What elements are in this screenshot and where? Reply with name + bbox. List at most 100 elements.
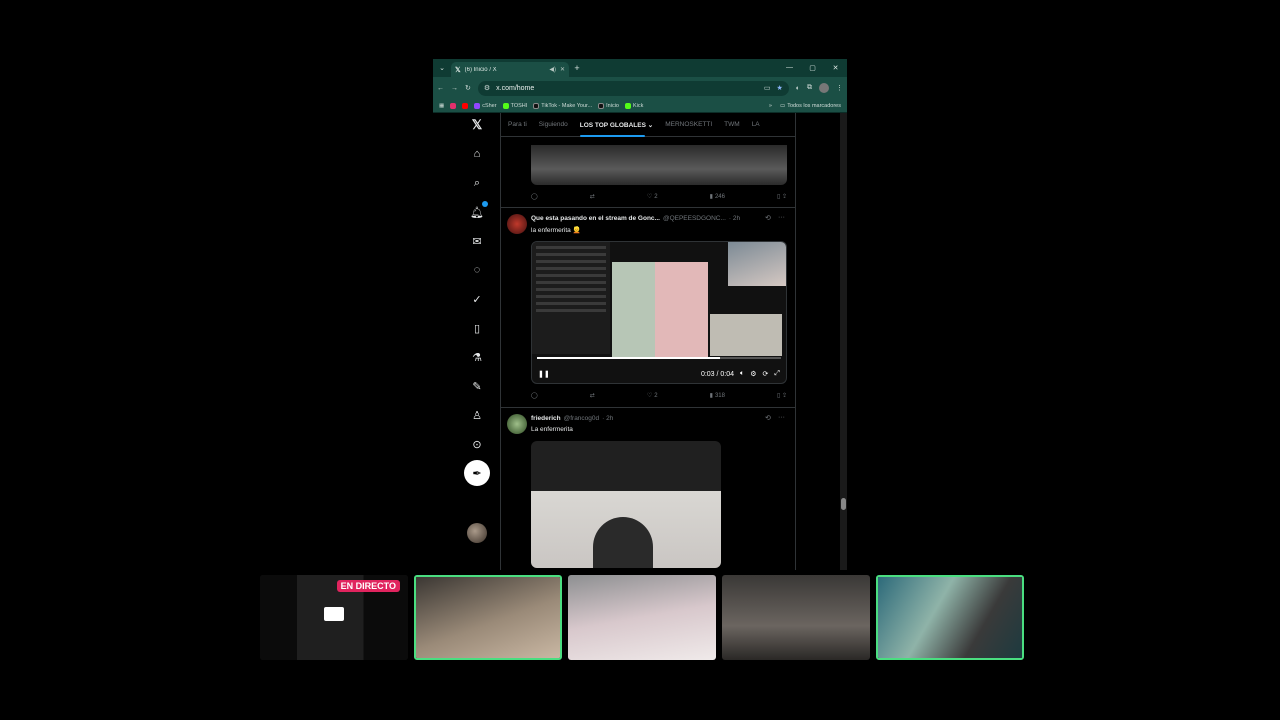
media-person xyxy=(593,517,653,568)
bookmark-share[interactable]: ▯ ⇪ xyxy=(777,392,787,399)
bookmark-share[interactable]: ▯ ⇪ xyxy=(777,193,787,200)
tab-para-ti[interactable]: Para ti xyxy=(508,121,527,128)
settings-icon[interactable]: ⚙ xyxy=(750,370,756,378)
cast-icon[interactable]: ▭ xyxy=(764,84,771,92)
menu-icon[interactable]: ⋮ xyxy=(836,84,843,92)
search-icon[interactable]: ⌕ xyxy=(469,175,485,191)
bookmark-tiktok[interactable]: TikTok - Make Your... xyxy=(533,102,592,109)
back-icon[interactable]: ← xyxy=(437,85,444,92)
previous-tweet-media[interactable] xyxy=(531,145,787,185)
star-icon[interactable]: ★ xyxy=(776,84,782,92)
grok-icon[interactable]: ◌ xyxy=(469,262,485,278)
pause-icon[interactable]: ❚❚ xyxy=(538,370,550,378)
views-count[interactable]: ▮ 246 xyxy=(709,193,725,201)
volume-icon[interactable]: 🔈︎ xyxy=(740,370,744,378)
retweet-icon[interactable]: ⇄ xyxy=(590,193,595,200)
tab-mernosketti[interactable]: MERNOSKETTI xyxy=(665,121,712,128)
x-logo-icon[interactable]: 𝕏 xyxy=(469,117,485,133)
reply-icon[interactable]: ◯ xyxy=(531,392,538,399)
cam-tile-2[interactable] xyxy=(568,575,716,660)
bookmark-csher[interactable]: cSher xyxy=(474,102,497,109)
page-scrollbar[interactable] xyxy=(840,113,847,570)
views-count[interactable]: ▮ 318 xyxy=(710,392,725,400)
bookmark-kick[interactable]: Kick xyxy=(625,102,643,109)
retweet-icon[interactable]: ⇄ xyxy=(590,392,595,399)
scrollbar-thumb[interactable] xyxy=(841,498,846,510)
more-icon[interactable]: ··· xyxy=(778,214,785,221)
cam-tile-4[interactable] xyxy=(876,575,1024,660)
bookmark-toshi[interactable]: TOSHI xyxy=(502,102,527,109)
grok-icon[interactable]: ⟲ xyxy=(765,214,771,222)
tweet1-video[interactable]: ❚❚ 0:03 / 0:04 🔈︎ ⚙ ⟳ ⤢ xyxy=(531,241,787,384)
bell-icon[interactable]: 🔔︎ xyxy=(469,201,488,220)
avatar-tweet2[interactable] xyxy=(507,414,527,434)
tab-siguiendo[interactable]: Siguiendo xyxy=(539,121,568,128)
close-window-icon[interactable]: ✕ xyxy=(824,64,847,72)
cam-scene xyxy=(568,575,716,660)
tab-title: (6) Inicio / X xyxy=(464,66,497,73)
tab-los-top-globales[interactable]: LOS TOP GLOBALES ⌄ xyxy=(579,121,653,137)
tab-search-icon[interactable]: ⌄ xyxy=(433,64,451,72)
omnibox[interactable]: ⚙ x.com/home ▭ ★ xyxy=(477,80,789,96)
close-tab-icon[interactable]: ✕ xyxy=(560,66,565,73)
extension-icon[interactable]: ◐ xyxy=(796,85,800,92)
tweet2-media[interactable] xyxy=(531,441,721,568)
tweet2-header: friederich @francog0d · 2h xyxy=(531,415,613,422)
apps-grid-icon[interactable]: ▦ xyxy=(439,103,444,109)
grok-icon[interactable]: ⟲ xyxy=(765,414,771,422)
tweet1-handle[interactable]: @QEPEESDGONC... xyxy=(663,215,726,222)
more-circle-icon[interactable]: ⊙ xyxy=(469,436,485,452)
reply-icon[interactable]: ◯ xyxy=(531,193,538,200)
post-button[interactable]: ✒ xyxy=(464,460,490,486)
tweet2-time[interactable]: · 2h xyxy=(602,415,613,422)
tweet2-author[interactable]: friederich xyxy=(531,415,561,422)
screen-share-tile[interactable]: EN DIRECTO xyxy=(260,575,408,660)
edit-icon[interactable]: ✎ xyxy=(469,378,485,394)
tweet2-handle[interactable]: @francog0d xyxy=(564,415,600,422)
mute-icon[interactable]: ◀) xyxy=(549,66,556,73)
cam-tile-1[interactable] xyxy=(414,575,562,660)
like-button[interactable]: ♡ 2 xyxy=(646,392,658,400)
home-icon[interactable]: ⌂ xyxy=(469,146,485,162)
tweet1-author[interactable]: Que esta pasando en el stream de Gonc... xyxy=(531,215,660,222)
lab-icon[interactable]: ⚗ xyxy=(469,349,485,365)
maximize-icon[interactable]: ▢ xyxy=(801,64,824,72)
x-favicon-icon: 𝕏 xyxy=(455,66,461,74)
loop-icon[interactable]: ⟳ xyxy=(763,370,769,378)
video-controls: ❚❚ 0:03 / 0:04 🔈︎ ⚙ ⟳ ⤢ xyxy=(532,355,786,383)
forward-icon[interactable]: → xyxy=(451,85,458,92)
bookmark-instagram[interactable] xyxy=(450,102,457,109)
account-avatar[interactable] xyxy=(467,523,487,543)
new-tab-button[interactable]: + xyxy=(569,63,585,73)
tab-twm[interactable]: TWM xyxy=(724,121,740,128)
heart-icon: ♡ xyxy=(646,194,653,200)
more-icon[interactable]: ··· xyxy=(778,414,785,421)
heart-icon: ♡ xyxy=(646,393,653,399)
timeline-tabs: Para ti Siguiendo LOS TOP GLOBALES ⌄ MER… xyxy=(501,113,795,137)
site-info-icon[interactable]: ⚙ xyxy=(484,84,490,92)
fullscreen-icon[interactable]: ⤢ xyxy=(774,370,780,378)
tab-la[interactable]: LA xyxy=(752,121,760,128)
reload-icon[interactable]: ↻ xyxy=(465,84,471,92)
cam-scene xyxy=(878,577,1022,658)
address-bar: ← → ↻ ⚙ x.com/home ▭ ★ ◐ ⧉ ⋮ xyxy=(433,77,847,99)
minimize-icon[interactable]: — xyxy=(778,64,801,72)
person-icon[interactable]: ♙ xyxy=(469,407,485,423)
all-bookmarks-folder[interactable]: ▭ Todos los marcadores xyxy=(780,103,841,109)
bookmark-icon[interactable]: ▯ xyxy=(469,320,485,336)
extensions-puzzle-icon[interactable]: ⧉ xyxy=(807,84,812,92)
profile-avatar[interactable] xyxy=(819,83,829,93)
verified-icon[interactable]: ✓ xyxy=(469,291,485,307)
bookmark-youtube[interactable] xyxy=(462,102,469,109)
tweet1-time[interactable]: · 2h xyxy=(729,215,740,222)
avatar-tweet1[interactable] xyxy=(507,214,527,234)
bookmark-inicio[interactable]: Inicio xyxy=(598,102,619,109)
browser-tab[interactable]: 𝕏 (6) Inicio / X ◀) ✕ xyxy=(451,62,569,77)
tweet1-text: la enfermerita 👱 xyxy=(531,227,581,234)
like-button[interactable]: ♡ 2 xyxy=(646,193,658,201)
cam-tile-3[interactable] xyxy=(722,575,870,660)
chart-icon: ▮ xyxy=(709,194,713,200)
bookmarks-more[interactable]: » xyxy=(769,103,772,109)
mail-icon[interactable]: ✉ xyxy=(469,233,485,249)
url-text[interactable]: x.com/home xyxy=(496,85,758,92)
